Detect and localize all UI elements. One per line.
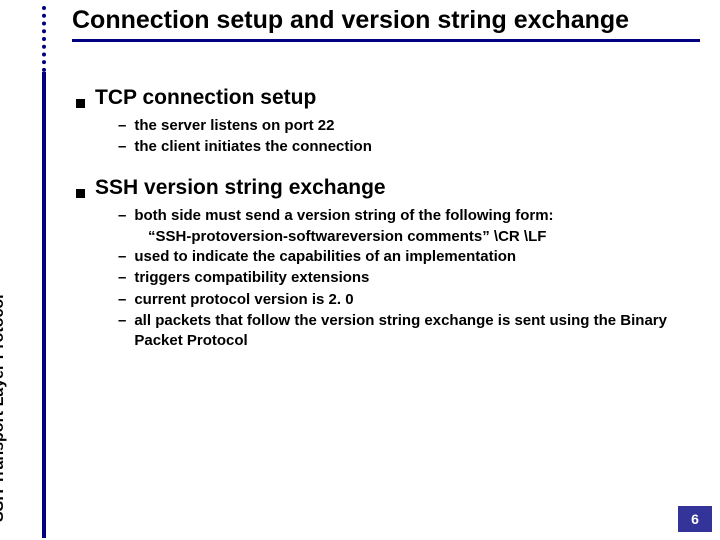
list-item: – current protocol version is 2. 0: [118, 290, 708, 310]
list-item: – all packets that follow the version st…: [118, 311, 708, 352]
sub-list: – the server listens on port 22 – the cl…: [118, 116, 708, 158]
dash-bullet-icon: –: [118, 268, 126, 288]
list-item-subtext: “SSH-protoversion-softwareversion commen…: [148, 227, 708, 247]
list-item-text: both side must send a version string of …: [134, 206, 708, 226]
list-item-text: the server listens on port 22: [134, 116, 708, 136]
dash-bullet-icon: –: [118, 116, 126, 136]
slide-title: Connection setup and version string exch…: [72, 6, 700, 35]
section-heading: TCP connection setup: [62, 86, 708, 110]
section-title: TCP connection setup: [95, 86, 316, 110]
list-item-text: the client initiates the connection: [134, 137, 708, 157]
dash-bullet-icon: –: [118, 137, 126, 157]
sidebar-dotted-rule: [42, 6, 46, 72]
slide: Connection setup and version string exch…: [0, 0, 720, 540]
list-item: – the client initiates the connection: [118, 137, 708, 157]
list-item: – both side must send a version string o…: [118, 206, 708, 226]
list-item-text: used to indicate the capabilities of an …: [134, 247, 708, 267]
page-number: 6: [678, 506, 712, 532]
dash-bullet-icon: –: [118, 206, 126, 226]
list-item-text: all packets that follow the version stri…: [134, 311, 708, 352]
list-item: – the server listens on port 22: [118, 116, 708, 136]
content-area: TCP connection setup – the server listen…: [62, 82, 708, 369]
sidebar-solid-rule: [42, 72, 46, 538]
dash-bullet-icon: –: [118, 247, 126, 267]
sidebar-label: SSH Transport Layer Protocol: [0, 294, 8, 522]
list-item: – triggers compatibility extensions: [118, 268, 708, 288]
sidebar: SSH Transport Layer Protocol: [0, 0, 48, 540]
dash-bullet-icon: –: [118, 290, 126, 310]
square-bullet-icon: [76, 189, 85, 198]
sub-list: – both side must send a version string o…: [118, 206, 708, 352]
section-title: SSH version string exchange: [95, 176, 386, 200]
dash-bullet-icon: –: [118, 311, 126, 331]
list-item: – used to indicate the capabilities of a…: [118, 247, 708, 267]
square-bullet-icon: [76, 99, 85, 108]
section-heading: SSH version string exchange: [62, 176, 708, 200]
list-item-text: current protocol version is 2. 0: [134, 290, 708, 310]
title-area: Connection setup and version string exch…: [72, 6, 700, 42]
list-item-text: triggers compatibility extensions: [134, 268, 708, 288]
